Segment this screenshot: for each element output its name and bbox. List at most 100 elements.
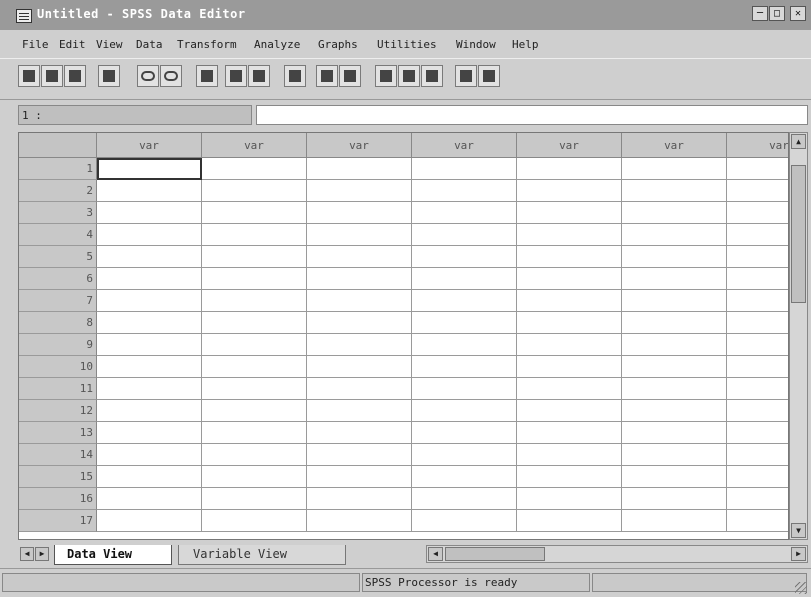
data-cell[interactable] bbox=[622, 246, 727, 268]
vertical-scroll-thumb[interactable] bbox=[791, 165, 806, 303]
data-cell[interactable] bbox=[307, 246, 412, 268]
data-cell[interactable] bbox=[412, 334, 517, 356]
data-cell[interactable] bbox=[412, 378, 517, 400]
menu-help[interactable]: Help bbox=[512, 38, 539, 51]
menu-graphs[interactable]: Graphs bbox=[318, 38, 358, 51]
resize-grip[interactable] bbox=[795, 582, 807, 594]
data-cell[interactable] bbox=[202, 312, 307, 334]
data-cell[interactable] bbox=[622, 378, 727, 400]
data-cell[interactable] bbox=[97, 510, 202, 532]
tab-scroll-left-button[interactable]: ◀ bbox=[20, 547, 34, 561]
menu-file[interactable]: File bbox=[22, 38, 49, 51]
data-cell[interactable] bbox=[412, 488, 517, 510]
horizontal-scrollbar[interactable]: ◀ ▶ bbox=[426, 545, 808, 563]
data-cell[interactable] bbox=[97, 488, 202, 510]
data-cell[interactable] bbox=[412, 444, 517, 466]
data-cell[interactable] bbox=[202, 400, 307, 422]
data-cell[interactable] bbox=[97, 466, 202, 488]
row-header[interactable]: 15 bbox=[19, 466, 97, 488]
row-header[interactable]: 1 bbox=[19, 158, 97, 180]
data-cell[interactable] bbox=[202, 466, 307, 488]
data-cell[interactable] bbox=[307, 488, 412, 510]
goto-chart-icon[interactable] bbox=[196, 65, 218, 87]
data-cell[interactable] bbox=[622, 400, 727, 422]
data-cell[interactable] bbox=[202, 202, 307, 224]
data-cell[interactable] bbox=[97, 378, 202, 400]
data-cell[interactable] bbox=[202, 334, 307, 356]
data-cell[interactable] bbox=[97, 158, 202, 180]
row-header[interactable]: 11 bbox=[19, 378, 97, 400]
data-cell[interactable] bbox=[202, 444, 307, 466]
data-cell[interactable] bbox=[727, 422, 788, 444]
column-header[interactable]: var bbox=[202, 133, 307, 158]
row-header[interactable]: 10 bbox=[19, 356, 97, 378]
data-cell[interactable] bbox=[97, 356, 202, 378]
data-cell[interactable] bbox=[307, 400, 412, 422]
title-bar[interactable]: Untitled - SPSS Data Editor ─ □ ✕ bbox=[0, 0, 811, 30]
row-header[interactable]: 2 bbox=[19, 180, 97, 202]
row-header[interactable]: 16 bbox=[19, 488, 97, 510]
data-cell[interactable] bbox=[727, 202, 788, 224]
horizontal-scroll-thumb[interactable] bbox=[445, 547, 545, 561]
row-header[interactable]: 9 bbox=[19, 334, 97, 356]
data-cell[interactable] bbox=[517, 268, 622, 290]
data-cell[interactable] bbox=[412, 268, 517, 290]
insert-case-icon[interactable] bbox=[316, 65, 338, 87]
data-cell[interactable] bbox=[517, 378, 622, 400]
data-cell[interactable] bbox=[622, 356, 727, 378]
menu-window[interactable]: Window bbox=[456, 38, 496, 51]
data-cell[interactable] bbox=[202, 180, 307, 202]
save-icon[interactable] bbox=[41, 65, 63, 87]
data-cell[interactable] bbox=[622, 334, 727, 356]
scroll-left-button[interactable]: ◀ bbox=[428, 547, 443, 561]
data-cell[interactable] bbox=[202, 488, 307, 510]
data-cell[interactable] bbox=[622, 290, 727, 312]
data-cell[interactable] bbox=[517, 158, 622, 180]
data-cell[interactable] bbox=[727, 180, 788, 202]
data-cell[interactable] bbox=[622, 488, 727, 510]
menu-view[interactable]: View bbox=[96, 38, 123, 51]
data-cell[interactable] bbox=[412, 510, 517, 532]
data-cell[interactable] bbox=[622, 224, 727, 246]
data-cell[interactable] bbox=[727, 356, 788, 378]
data-cell[interactable] bbox=[517, 180, 622, 202]
data-cell[interactable] bbox=[727, 246, 788, 268]
data-cell[interactable] bbox=[412, 466, 517, 488]
data-cell[interactable] bbox=[307, 158, 412, 180]
data-cell[interactable] bbox=[517, 356, 622, 378]
data-cell[interactable] bbox=[622, 510, 727, 532]
data-cell[interactable] bbox=[727, 510, 788, 532]
close-button[interactable]: ✕ bbox=[790, 6, 806, 21]
tab-scroll-right-button[interactable]: ▶ bbox=[35, 547, 49, 561]
data-cell[interactable] bbox=[97, 422, 202, 444]
data-cell[interactable] bbox=[202, 356, 307, 378]
data-cell[interactable] bbox=[412, 290, 517, 312]
value-labels-icon[interactable] bbox=[455, 65, 477, 87]
data-cell[interactable] bbox=[622, 312, 727, 334]
print-icon[interactable] bbox=[64, 65, 86, 87]
data-cell[interactable] bbox=[202, 422, 307, 444]
data-cell[interactable] bbox=[517, 224, 622, 246]
data-cell[interactable] bbox=[622, 422, 727, 444]
tab-data-view[interactable]: Data View bbox=[54, 545, 172, 565]
scroll-right-button[interactable]: ▶ bbox=[791, 547, 806, 561]
data-cell[interactable] bbox=[307, 180, 412, 202]
menu-data[interactable]: Data bbox=[136, 38, 163, 51]
cell-value-input[interactable] bbox=[256, 105, 808, 125]
data-cell[interactable] bbox=[517, 290, 622, 312]
data-cell[interactable] bbox=[517, 334, 622, 356]
vertical-scrollbar[interactable]: ▲ ▼ bbox=[789, 132, 808, 540]
data-cell[interactable] bbox=[412, 224, 517, 246]
data-cell[interactable] bbox=[97, 268, 202, 290]
row-header[interactable]: 14 bbox=[19, 444, 97, 466]
data-cell[interactable] bbox=[412, 246, 517, 268]
column-header[interactable]: var bbox=[307, 133, 412, 158]
row-header[interactable]: 6 bbox=[19, 268, 97, 290]
data-cell[interactable] bbox=[202, 290, 307, 312]
data-cell[interactable] bbox=[517, 400, 622, 422]
data-cell[interactable] bbox=[727, 444, 788, 466]
data-cell[interactable] bbox=[202, 268, 307, 290]
data-cell[interactable] bbox=[727, 268, 788, 290]
data-cell[interactable] bbox=[517, 466, 622, 488]
menu-edit[interactable]: Edit bbox=[59, 38, 86, 51]
